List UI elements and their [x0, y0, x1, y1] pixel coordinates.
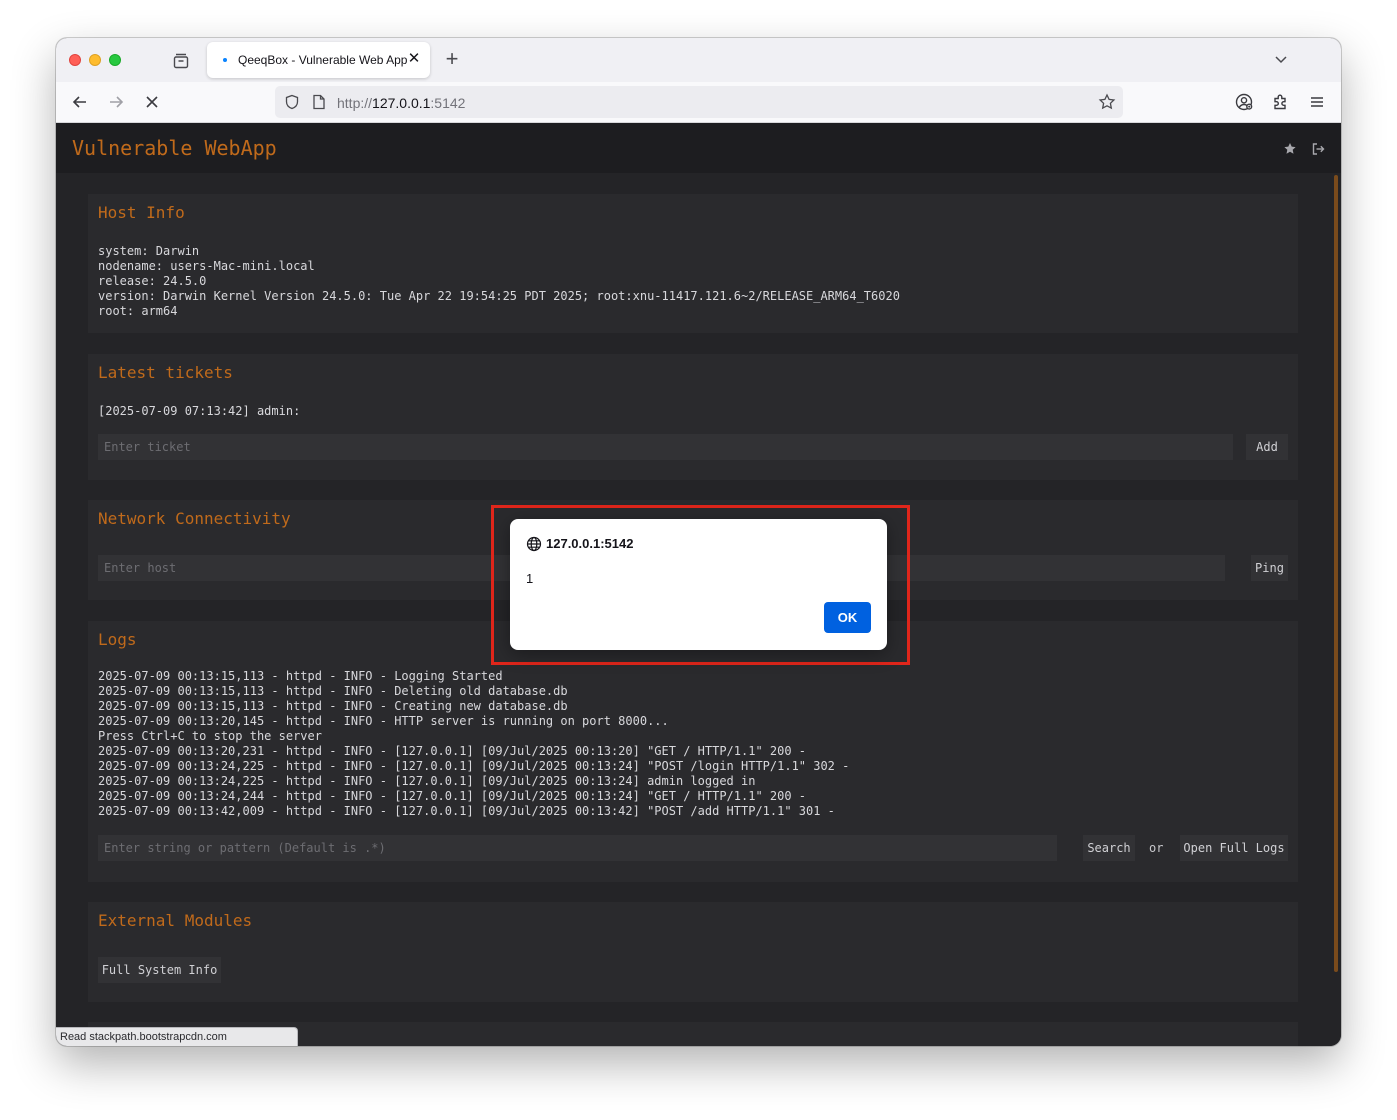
tickets-card: Latest tickets [2025-07-09 07:13:42] adm…	[88, 354, 1298, 480]
url-text[interactable]: http://127.0.0.1:5142	[337, 95, 465, 111]
page-icon[interactable]	[312, 94, 326, 110]
tab-loading-indicator	[223, 58, 227, 62]
log-search-input[interactable]	[98, 835, 1057, 861]
tab-close-icon[interactable]: ✕	[406, 51, 422, 67]
log-line: 2025-07-09 00:13:20,145 - httpd - INFO -…	[98, 714, 669, 728]
status-bar: Read stackpath.bootstrapcdn.com	[56, 1027, 298, 1046]
host-info-title: Host Info	[98, 203, 185, 222]
navigation-bar: http://127.0.0.1:5142	[56, 82, 1341, 123]
log-line: 2025-07-09 00:13:42,009 - httpd - INFO -…	[98, 804, 835, 818]
alert-dialog: 127.0.0.1:5142 1 OK	[510, 519, 887, 650]
host-info-line: root: arm64	[98, 304, 178, 318]
alert-ok-button[interactable]: OK	[824, 602, 871, 633]
app-brand[interactable]: Vulnerable WebApp	[72, 136, 277, 160]
tab-list-chevron-icon[interactable]	[1272, 50, 1290, 68]
ping-button[interactable]: Ping	[1251, 555, 1288, 581]
tab-active[interactable]: QeeqBox - Vulnerable Web App ✕	[207, 42, 430, 78]
log-line: 2025-07-09 00:13:15,113 - httpd - INFO -…	[98, 684, 568, 698]
close-window-button[interactable]	[69, 54, 81, 66]
shield-icon[interactable]	[284, 94, 300, 110]
host-info-line: system: Darwin	[98, 244, 200, 258]
log-line: 2025-07-09 00:13:24,225 - httpd - INFO -…	[98, 759, 850, 773]
url-port: :5142	[430, 95, 466, 111]
host-info-card: Host Info system: Darwin nodename: users-…	[88, 194, 1298, 333]
back-icon[interactable]	[70, 92, 90, 112]
open-full-logs-button[interactable]: Open Full Logs	[1180, 835, 1288, 861]
log-line: Press Ctrl+C to stop the server	[98, 729, 322, 743]
tab-overview-icon[interactable]	[171, 51, 191, 71]
full-system-info-button[interactable]: Full System Info	[98, 957, 221, 983]
alert-message: 1	[526, 571, 534, 586]
host-info-line: nodename: users-Mac-mini.local	[98, 259, 315, 273]
url-bar[interactable]: http://127.0.0.1:5142	[275, 86, 1123, 118]
logs-title: Logs	[98, 630, 137, 649]
extensions-icon[interactable]	[1271, 92, 1291, 112]
favorite-star-icon[interactable]	[1283, 141, 1297, 155]
search-logs-button[interactable]: Search	[1083, 835, 1135, 861]
tab-strip: QeeqBox - Vulnerable Web App ✕ +	[56, 38, 1341, 82]
bookmark-star-icon[interactable]	[1098, 93, 1116, 111]
logout-icon[interactable]	[1311, 141, 1325, 155]
tab-title: QeeqBox - Vulnerable Web App	[238, 53, 408, 67]
modules-title: External Modules	[98, 911, 253, 930]
zoom-window-button[interactable]	[109, 54, 121, 66]
logs-text: 2025-07-09 00:13:15,113 - httpd - INFO -…	[98, 669, 849, 819]
stop-loading-icon[interactable]	[142, 92, 162, 112]
host-info-text: system: Darwin nodename: users-Mac-mini.l…	[98, 244, 900, 319]
account-icon[interactable]	[1234, 92, 1254, 112]
url-host: 127.0.0.1	[372, 95, 431, 111]
alert-origin: 127.0.0.1:5142	[546, 536, 634, 551]
host-info-line: release: 24.5.0	[98, 274, 207, 288]
page-scrollbar[interactable]	[1334, 175, 1338, 972]
url-scheme: http://	[337, 95, 373, 111]
host-info-line: version: Darwin Kernel Version 24.5.0: T…	[98, 289, 900, 303]
log-line: 2025-07-09 00:13:15,113 - httpd - INFO -…	[98, 669, 503, 683]
ticket-input[interactable]	[98, 434, 1233, 460]
network-title: Network Connectivity	[98, 509, 291, 528]
new-tab-button[interactable]: +	[442, 48, 462, 70]
ticket-entry: [2025-07-09 07:13:42] admin:	[98, 404, 301, 418]
globe-icon	[526, 536, 542, 552]
forward-icon[interactable]	[106, 92, 126, 112]
log-line: 2025-07-09 00:13:20,231 - httpd - INFO -…	[98, 744, 807, 758]
minimize-window-button[interactable]	[89, 54, 101, 66]
add-ticket-button[interactable]: Add	[1246, 434, 1288, 460]
log-line: 2025-07-09 00:13:15,113 - httpd - INFO -…	[98, 699, 568, 713]
log-line: 2025-07-09 00:13:24,225 - httpd - INFO -…	[98, 774, 756, 788]
modules-card: External Modules Full System Info	[88, 902, 1298, 1002]
menu-icon[interactable]	[1307, 92, 1327, 112]
or-label: or	[1149, 841, 1164, 855]
tickets-title: Latest tickets	[98, 363, 233, 382]
app-header: Vulnerable WebApp	[56, 123, 1341, 173]
log-line: 2025-07-09 00:13:24,244 - httpd - INFO -…	[98, 789, 807, 803]
